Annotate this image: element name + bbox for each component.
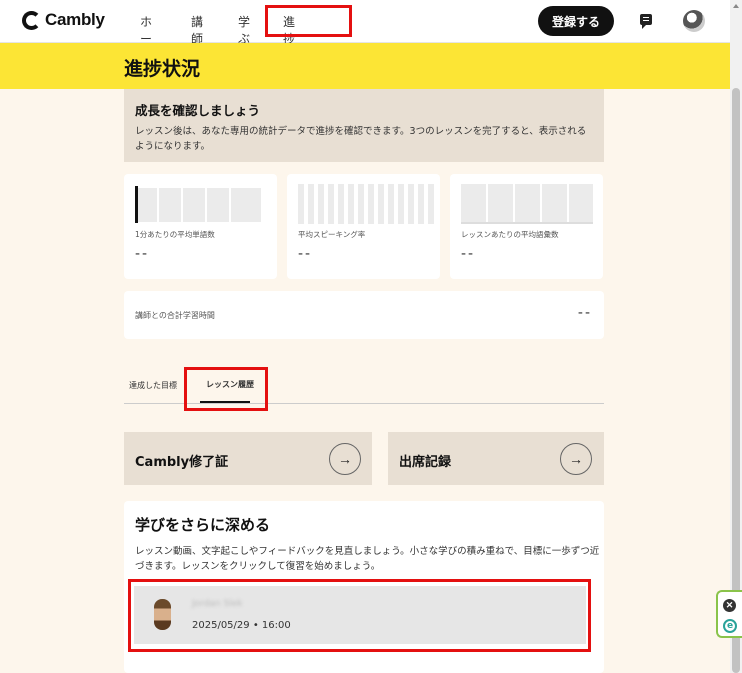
- title-banner: 進捗状況: [0, 43, 730, 89]
- arrow-right-icon: →: [338, 451, 352, 467]
- logo-text: Cambly: [45, 10, 105, 29]
- stat-card-speaking-rate: 平均スピーキング率 --: [287, 174, 440, 279]
- side-widget: ✕ e: [716, 590, 742, 638]
- stat-label: 平均スピーキング率: [298, 230, 366, 239]
- avatar[interactable]: [683, 10, 705, 32]
- close-icon[interactable]: ✕: [723, 599, 736, 612]
- stat-value: --: [135, 246, 150, 262]
- total-study-time-card: 講師との合計学習時間 --: [124, 291, 604, 339]
- stat-card-words-per-minute: 1分あたりの平均単語数 --: [124, 174, 277, 279]
- top-header: Cambly ホーム 講師 学ぶ 進捗状況 登録する: [0, 0, 730, 80]
- arrow-right-icon: →: [569, 451, 583, 467]
- scrollbar-thumb[interactable]: [732, 88, 740, 673]
- cambly-logo-icon: [22, 10, 41, 30]
- scroll-up-icon[interactable]: [733, 4, 739, 8]
- attendance-label: 出席記録: [399, 455, 452, 470]
- total-label: 講師との合計学習時間: [135, 311, 215, 320]
- certificate-arrow-button[interactable]: →: [329, 443, 361, 475]
- stat-label: 1分あたりの平均単語数: [135, 230, 215, 239]
- highlight-box-lesson: [128, 579, 591, 652]
- placeholder-boxes-icon: [461, 184, 593, 224]
- highlight-box-nav-progress: [265, 5, 352, 37]
- placeholder-bars-icon: [135, 188, 261, 222]
- extension-e-icon[interactable]: e: [723, 619, 737, 633]
- page-title: 進捗状況: [124, 58, 201, 80]
- info-card: 成長を確認しましょう レッスン後は、あなた専用の統計データで進捗を確認できます。…: [124, 89, 604, 162]
- certificate-label: Cambly修了証: [135, 455, 229, 470]
- certificate-card[interactable]: Cambly修了証 →: [124, 432, 372, 485]
- attendance-arrow-button[interactable]: →: [560, 443, 592, 475]
- highlight-box-tab-history: [184, 367, 268, 411]
- info-title: 成長を確認しましょう: [135, 103, 261, 118]
- register-button[interactable]: 登録する: [538, 6, 614, 36]
- stat-value: --: [461, 246, 476, 262]
- nav-learn[interactable]: 学ぶ: [238, 13, 250, 47]
- deep-title: 学びをさらに深める: [135, 516, 271, 534]
- total-value: --: [577, 305, 592, 321]
- tab-goals[interactable]: 達成した目標: [129, 380, 177, 391]
- stat-value: --: [298, 246, 313, 262]
- nav-tutors[interactable]: 講師: [191, 13, 203, 47]
- cambly-logo[interactable]: Cambly: [22, 10, 105, 30]
- chat-icon[interactable]: [640, 14, 652, 29]
- bar-cursor: [135, 186, 138, 223]
- attendance-card[interactable]: 出席記録 →: [388, 432, 604, 485]
- stat-card-vocabulary: レッスンあたりの平均語彙数 --: [450, 174, 603, 279]
- deep-text: レッスン動画、文字起こしやフィードバックを見直しましょう。小さな学びの積み重ねで…: [135, 546, 600, 572]
- stat-label: レッスンあたりの平均語彙数: [461, 230, 559, 239]
- placeholder-stripes-icon: [298, 184, 434, 224]
- info-text: レッスン後は、あなた専用の統計データで進捗を確認できます。3つのレッスンを完了す…: [135, 126, 587, 152]
